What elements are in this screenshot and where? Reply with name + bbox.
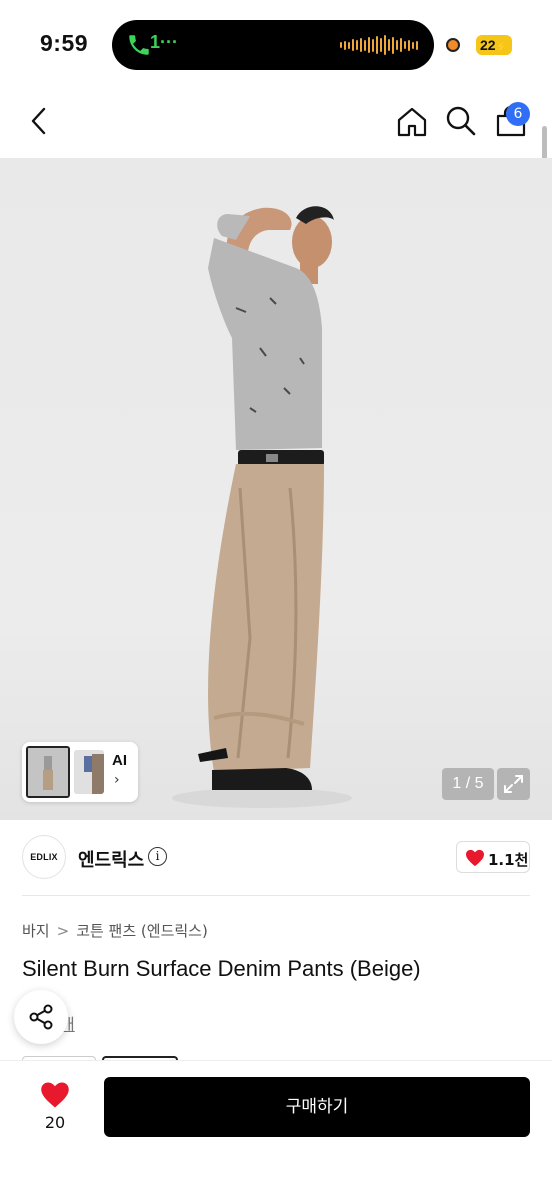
back-icon[interactable] bbox=[22, 104, 56, 138]
thumbnail-1[interactable] bbox=[26, 746, 70, 798]
image-page-counter: 1 / 5 bbox=[442, 768, 494, 800]
expand-button[interactable] bbox=[497, 768, 530, 800]
wishlist-heart-icon[interactable] bbox=[40, 1081, 70, 1109]
status-time: 9:59 bbox=[40, 30, 89, 56]
expand-icon bbox=[504, 775, 523, 793]
phone-call-icon bbox=[129, 35, 149, 55]
brand-row[interactable]: EDLIX 엔드릭스 i 1.1천 bbox=[0, 820, 552, 896]
call-duration-text: 1··· bbox=[150, 32, 178, 52]
share-icon bbox=[29, 1004, 53, 1030]
thumbnail-photo-1 bbox=[28, 748, 68, 796]
thumbnail-2[interactable] bbox=[74, 750, 104, 794]
chevron-right-icon: › bbox=[114, 772, 120, 788]
breadcrumb-category[interactable]: 바지 bbox=[22, 920, 50, 941]
divider bbox=[22, 895, 530, 896]
wishlist-count: 20 bbox=[44, 1113, 66, 1132]
info-icon[interactable]: i bbox=[148, 847, 167, 866]
search-icon[interactable] bbox=[444, 104, 478, 138]
audio-waveform-icon bbox=[340, 34, 418, 56]
top-navigation: 6 bbox=[0, 90, 552, 158]
brand-like-count: 1.1천 bbox=[488, 851, 529, 869]
battery-level: 22 bbox=[479, 37, 496, 53]
product-title: Silent Burn Surface Denim Pants (Beige) bbox=[22, 956, 421, 981]
brand-logo[interactable]: EDLIX bbox=[22, 835, 66, 879]
ai-thumbnail-strip[interactable]: AI › bbox=[22, 742, 138, 802]
recording-indicator-icon bbox=[446, 38, 460, 52]
product-image[interactable]: AI › 1 / 5 bbox=[0, 158, 552, 820]
battery-icon: 22⚡ bbox=[476, 35, 512, 55]
breadcrumb: 바지 > 코튼 팬츠 (엔드릭스) bbox=[22, 920, 208, 941]
bottom-action-bar: 20 구매하기 bbox=[0, 1060, 552, 1200]
buy-button[interactable]: 구매하기 bbox=[104, 1077, 530, 1137]
model-photo bbox=[172, 206, 352, 808]
home-icon[interactable] bbox=[394, 104, 430, 140]
ai-label: AI bbox=[112, 752, 127, 769]
cart-count-badge: 6 bbox=[506, 102, 530, 126]
breadcrumb-subcategory[interactable]: 코튼 팬츠 (엔드릭스) bbox=[76, 920, 208, 941]
brand-like-button[interactable]: 1.1천 bbox=[456, 841, 530, 873]
breadcrumb-separator: > bbox=[56, 922, 70, 940]
heart-filled-icon bbox=[466, 849, 484, 867]
thumbnail-photo-2 bbox=[74, 750, 104, 794]
status-bar: 9:59 1··· 22⚡ bbox=[0, 0, 552, 90]
share-button[interactable] bbox=[14, 990, 68, 1044]
dynamic-island[interactable]: 1··· bbox=[112, 20, 434, 70]
brand-name[interactable]: 엔드릭스 bbox=[78, 846, 144, 872]
